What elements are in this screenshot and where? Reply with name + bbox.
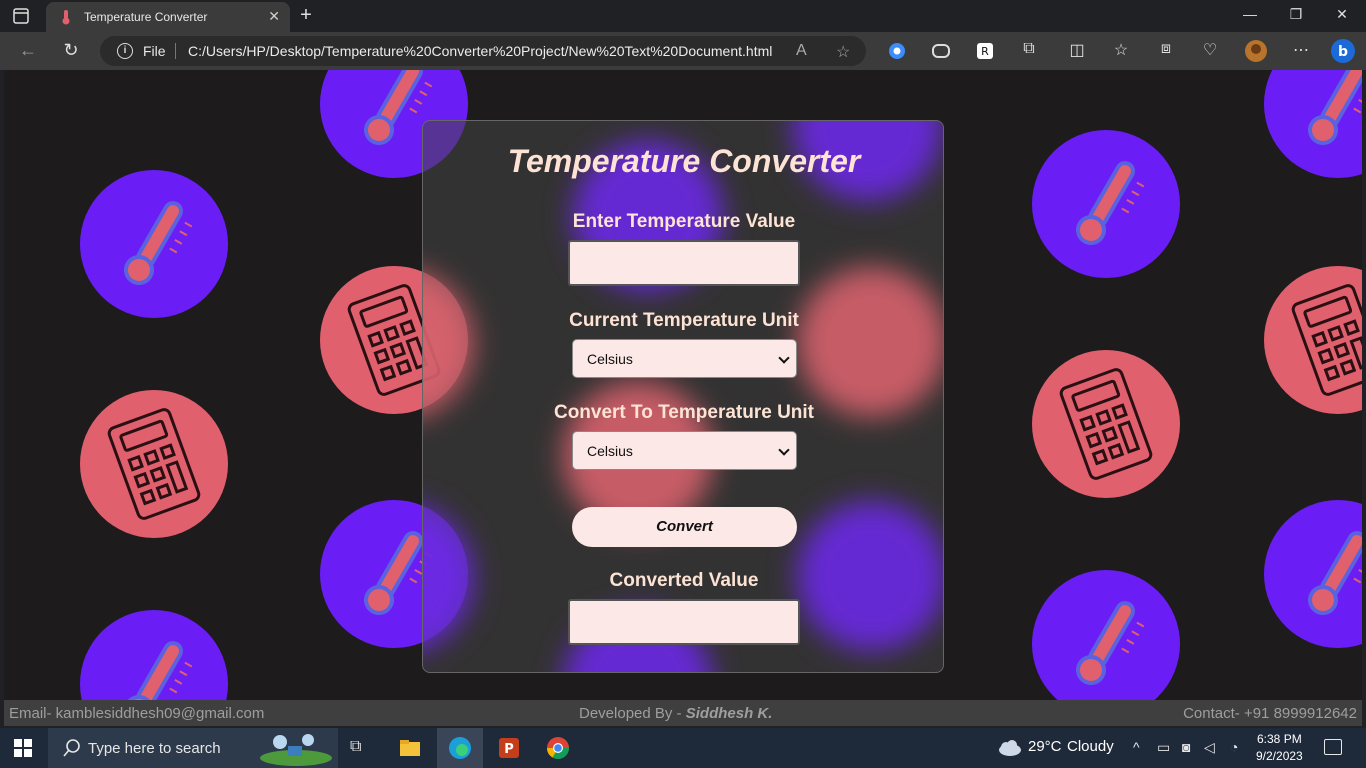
thermometer-circle xyxy=(80,170,228,318)
calculator-circle xyxy=(1264,266,1362,414)
read-aloud-icon[interactable]: A xyxy=(796,42,807,60)
thermometer-icon xyxy=(1076,161,1145,245)
edge-browser-icon[interactable] xyxy=(448,736,472,760)
restore-icon[interactable]: ❐ xyxy=(1286,6,1306,23)
extension-shield-icon[interactable] xyxy=(887,41,907,61)
calculator-icon xyxy=(1059,368,1153,480)
collections-icon[interactable]: ⧈ xyxy=(1155,40,1177,58)
converted-value-output[interactable] xyxy=(568,599,800,645)
battery-icon[interactable]: ▭ xyxy=(1157,739,1170,756)
settings-more-icon[interactable]: ⋯ xyxy=(1290,40,1312,60)
chrome-icon[interactable] xyxy=(546,736,570,760)
file-explorer-icon[interactable] xyxy=(398,736,422,760)
show-hidden-icons-icon[interactable]: ^ xyxy=(1133,739,1140,755)
thermometer-icon xyxy=(124,641,193,700)
chevron-down-icon xyxy=(778,444,790,456)
extension-r-icon[interactable]: R xyxy=(975,41,995,61)
system-clock[interactable]: 6:38 PM 9/2/2023 xyxy=(1256,731,1303,765)
calculator-circle xyxy=(1032,350,1180,498)
search-icon xyxy=(63,739,80,757)
bing-copilot-icon[interactable]: b xyxy=(1330,38,1356,64)
converted-value-label: Converted Value xyxy=(609,570,759,591)
thermometer-circle xyxy=(80,610,228,700)
current-unit-select[interactable]: Celsius xyxy=(572,339,797,378)
info-icon[interactable]: i xyxy=(117,43,133,59)
url-text[interactable]: C:/Users/HP/Desktop/Temperature%20Conver… xyxy=(188,43,772,59)
calculator-icon xyxy=(107,408,201,520)
browser-tab[interactable]: Temperature Converter ✕ xyxy=(46,2,290,32)
browser-essentials-icon[interactable]: ♡ xyxy=(1199,40,1221,60)
thermometer-icon xyxy=(124,201,193,285)
thermometer-circle xyxy=(1264,500,1362,648)
temperature-value-input[interactable] xyxy=(568,240,800,286)
svg-text:b: b xyxy=(1338,44,1348,60)
address-prefix: File xyxy=(143,43,166,59)
page-background: Temperature Converter Enter Temperature … xyxy=(4,70,1362,700)
footer-developer: Siddhesh K. xyxy=(685,705,773,722)
cloudy-weather-icon xyxy=(999,740,1021,756)
powerpoint-icon[interactable]: P xyxy=(497,736,521,760)
refresh-icon[interactable]: ↻ xyxy=(60,40,82,61)
current-unit-label: Current Temperature Unit xyxy=(569,310,799,331)
webcam-icon[interactable]: ◙ xyxy=(1182,739,1190,755)
page-title: Temperature Converter xyxy=(507,143,861,179)
tab-actions-icon[interactable] xyxy=(12,7,30,25)
calculator-icon xyxy=(1291,284,1362,396)
thermometer-circle xyxy=(1264,70,1362,178)
blurred-circle xyxy=(423,269,473,419)
svg-text:P: P xyxy=(504,742,514,757)
back-icon[interactable]: ← xyxy=(17,40,39,61)
favorites-icon[interactable]: ☆ xyxy=(1110,40,1132,60)
weather-condition[interactable]: Cloudy xyxy=(1067,738,1114,755)
windows-start-icon[interactable] xyxy=(14,739,32,757)
thermometer-circle xyxy=(1032,130,1180,278)
search-placeholder: Type here to search xyxy=(88,740,221,757)
browser-toolbar: ← ↻ i File C:/Users/HP/Desktop/Temperatu… xyxy=(0,32,1366,70)
wifi-icon[interactable]: ◔ xyxy=(1230,739,1238,755)
thermometer-favicon-icon xyxy=(62,10,70,25)
calculator-circle xyxy=(80,390,228,538)
footer-contact: Contact- +91 8999912642 xyxy=(1183,705,1357,722)
convert-button[interactable]: Convert xyxy=(572,507,797,547)
profile-avatar[interactable] xyxy=(1244,39,1268,63)
blurred-circle xyxy=(797,267,943,417)
target-unit-label: Convert To Temperature Unit xyxy=(553,402,815,423)
taskbar-search[interactable]: Type here to search xyxy=(48,728,338,768)
target-unit-select[interactable]: Celsius xyxy=(572,431,797,470)
weather-temperature[interactable]: 29°C xyxy=(1028,738,1062,755)
chevron-down-icon xyxy=(778,352,790,364)
page-footer: Email- kamblesiddhesh09@gmail.com Develo… xyxy=(4,700,1362,726)
footer-developed-prefix: Developed By - xyxy=(579,705,682,722)
thermometer-icon xyxy=(1076,601,1145,685)
minimize-icon[interactable]: — xyxy=(1240,6,1260,22)
tab-title: Temperature Converter xyxy=(84,10,208,24)
tab-close-icon[interactable]: ✕ xyxy=(268,8,280,25)
clock-time: 6:38 PM xyxy=(1257,732,1302,746)
volume-muted-icon[interactable]: ◁ xyxy=(1204,739,1215,756)
browser-tab-bar: Temperature Converter ✕ + — ❐ ✕ xyxy=(0,0,1366,32)
windows-taskbar: Type here to search ⧉ P 29°C Cloudy ^ ▭ … xyxy=(0,728,1366,768)
footer-email: Email- kamblesiddhesh09@gmail.com xyxy=(9,705,265,722)
clock-date: 9/2/2023 xyxy=(1256,749,1303,763)
close-window-icon[interactable]: ✕ xyxy=(1332,6,1352,23)
address-separator xyxy=(175,43,176,59)
thermometer-circle xyxy=(1032,570,1180,700)
split-screen-icon[interactable]: ◫ xyxy=(1066,40,1088,60)
new-tab-icon[interactable]: + xyxy=(296,4,316,27)
footer-credit: Developed By - Siddhesh K. xyxy=(579,705,772,722)
thermometer-icon xyxy=(1308,531,1362,615)
search-highlight-image xyxy=(260,734,332,766)
task-view-icon[interactable]: ⧉ xyxy=(350,738,361,756)
converter-card: Temperature Converter Enter Temperature … xyxy=(422,120,944,673)
temperature-value-label: Enter Temperature Value xyxy=(572,211,796,232)
thermometer-icon xyxy=(1308,70,1362,145)
extension-link-icon[interactable] xyxy=(931,41,951,61)
address-bar[interactable]: i File C:/Users/HP/Desktop/Temperature%2… xyxy=(100,36,866,66)
extensions-puzzle-icon[interactable]: ⧉ xyxy=(1018,40,1040,58)
favorite-star-icon[interactable]: ☆ xyxy=(836,42,850,62)
current-unit-value: Celsius xyxy=(587,351,633,367)
target-unit-value: Celsius xyxy=(587,443,633,459)
notification-center-icon[interactable] xyxy=(1324,739,1342,755)
svg-text:R: R xyxy=(981,45,989,58)
